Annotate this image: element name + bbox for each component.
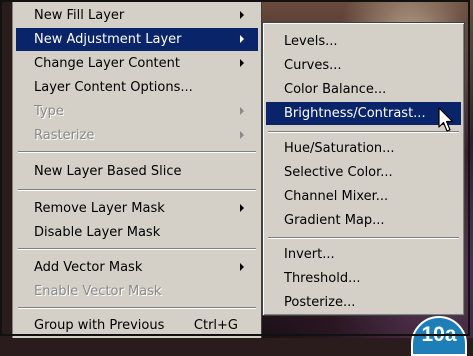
menu-item-label: Type xyxy=(34,104,64,119)
menu-item-label: Rasterize xyxy=(34,128,95,143)
menu-item-label: Add Vector Mask xyxy=(34,260,143,275)
menu-separator xyxy=(18,151,256,153)
menu-item-layer-content-options[interactable]: Layer Content Options... xyxy=(16,76,258,99)
menu-item-label: Enable Vector Mask xyxy=(34,284,162,299)
submenu-item-posterize[interactable]: Posterize... xyxy=(266,291,461,314)
submenu-arrow-icon xyxy=(240,263,244,271)
submenu-item-label: Brightness/Contrast... xyxy=(284,106,426,121)
menu-item-type[interactable]: Type xyxy=(16,100,258,123)
submenu-item-selective-color[interactable]: Selective Color... xyxy=(266,161,461,184)
submenu-item-label: Invert... xyxy=(284,247,335,262)
adjustment-layer-submenu: Levels... Curves... Color Balance... Bri… xyxy=(262,22,465,316)
submenu-arrow-icon xyxy=(240,107,244,115)
step-badge-label: 10a xyxy=(421,323,457,346)
submenu-item-brightness-contrast[interactable]: Brightness/Contrast... xyxy=(266,102,461,125)
menu-item-label: Group with Previous xyxy=(34,318,165,333)
layer-menu: New Fill Layer New Adjustment Layer Chan… xyxy=(12,0,262,338)
menu-item-new-fill-layer[interactable]: New Fill Layer xyxy=(16,4,258,27)
menu-item-new-layer-based-slice[interactable]: New Layer Based Slice xyxy=(16,160,258,183)
menu-item-add-vector-mask[interactable]: Add Vector Mask xyxy=(16,256,258,279)
menu-item-label: New Adjustment Layer xyxy=(34,32,182,47)
submenu-item-label: Curves... xyxy=(284,58,342,73)
shortcut-label: Ctrl+G xyxy=(193,318,238,333)
menu-item-label: Remove Layer Mask xyxy=(34,201,165,216)
submenu-arrow-icon xyxy=(240,59,244,67)
mouse-pointer-icon xyxy=(438,107,454,132)
submenu-item-label: Selective Color... xyxy=(284,165,393,180)
submenu-item-hue-saturation[interactable]: Hue/Saturation... xyxy=(266,137,461,160)
submenu-arrow-icon xyxy=(240,204,244,212)
submenu-item-label: Channel Mixer... xyxy=(284,189,389,204)
menu-separator xyxy=(268,237,459,239)
submenu-item-label: Threshold... xyxy=(284,271,361,286)
menu-separator xyxy=(18,189,256,191)
submenu-item-label: Hue/Saturation... xyxy=(284,141,395,156)
submenu-item-invert[interactable]: Invert... xyxy=(266,243,461,266)
submenu-item-label: Levels... xyxy=(284,34,338,49)
menu-item-label: New Fill Layer xyxy=(34,8,125,23)
submenu-item-label: Gradient Map... xyxy=(284,213,385,228)
menu-item-label: New Layer Based Slice xyxy=(34,164,182,179)
submenu-item-levels[interactable]: Levels... xyxy=(266,30,461,53)
submenu-item-label: Color Balance... xyxy=(284,82,387,97)
submenu-arrow-icon xyxy=(240,35,244,43)
menu-item-rasterize[interactable]: Rasterize xyxy=(16,124,258,147)
menu-item-enable-vector-mask[interactable]: Enable Vector Mask xyxy=(16,280,258,303)
menu-item-label: Layer Content Options... xyxy=(34,80,193,95)
submenu-item-curves[interactable]: Curves... xyxy=(266,54,461,77)
submenu-arrow-icon xyxy=(240,11,244,19)
submenu-item-threshold[interactable]: Threshold... xyxy=(266,267,461,290)
menu-item-new-adjustment-layer[interactable]: New Adjustment Layer xyxy=(16,28,258,51)
submenu-item-color-balance[interactable]: Color Balance... xyxy=(266,78,461,101)
menu-item-label: Change Layer Content xyxy=(34,56,180,71)
menu-item-label: Disable Layer Mask xyxy=(34,225,161,240)
submenu-item-channel-mixer[interactable]: Channel Mixer... xyxy=(266,185,461,208)
submenu-item-label: Posterize... xyxy=(284,295,356,310)
submenu-arrow-icon xyxy=(240,131,244,139)
menu-item-change-layer-content[interactable]: Change Layer Content xyxy=(16,52,258,75)
menu-item-remove-layer-mask[interactable]: Remove Layer Mask xyxy=(16,197,258,220)
submenu-item-gradient-map[interactable]: Gradient Map... xyxy=(266,209,461,232)
menu-separator xyxy=(268,131,459,133)
menu-separator xyxy=(18,307,256,309)
menu-item-group-with-previous[interactable]: Group with Previous Ctrl+G xyxy=(16,314,258,337)
menu-item-disable-layer-mask[interactable]: Disable Layer Mask xyxy=(16,221,258,244)
menu-separator xyxy=(18,248,256,250)
